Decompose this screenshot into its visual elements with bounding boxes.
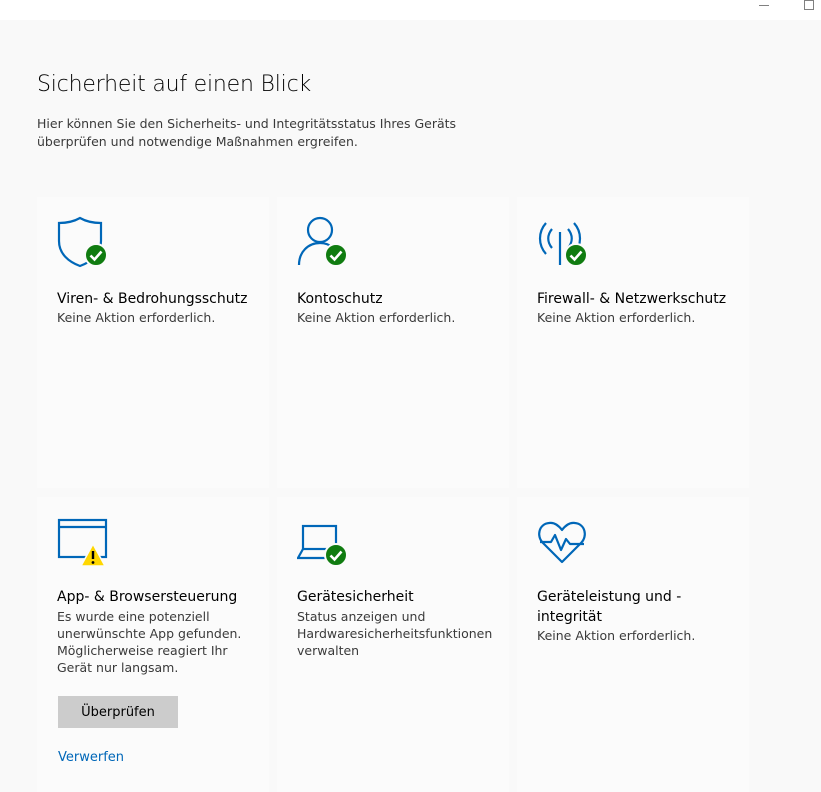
browser-warning-icon (57, 518, 108, 567)
card-app-browser-control[interactable]: App- & Browsersteuerung Es wurde eine po… (37, 497, 269, 792)
card-account-protection[interactable]: Kontoschutz Keine Aktion erforderlich. (277, 197, 509, 488)
heart-pulse-icon (538, 521, 586, 564)
card-title: Geräteleistung und -integrität (537, 589, 682, 625)
card-device-performance[interactable]: Geräteleistung und -integrität Keine Akt… (517, 497, 749, 792)
maximize-icon[interactable] (794, 0, 821, 14)
shield-check-icon (57, 216, 108, 268)
person-check-icon (297, 216, 348, 267)
card-virus-protection[interactable]: Viren- & Bedrohungsschutz Keine Aktion e… (37, 197, 269, 488)
card-status: Keine Aktion erforderlich. (57, 310, 216, 325)
review-button[interactable]: Überprüfen (58, 696, 178, 728)
card-title: Gerätesicherheit (297, 589, 414, 605)
card-status: Keine Aktion erforderlich. (537, 310, 696, 325)
laptop-check-icon (297, 524, 348, 567)
card-status: Keine Aktion erforderlich. (537, 628, 696, 643)
card-title: Viren- & Bedrohungsschutz (57, 291, 248, 307)
card-status: Es wurde eine potenziell unerwünschte Ap… (57, 609, 242, 675)
antenna-check-icon (538, 222, 588, 267)
card-device-security[interactable]: Gerätesicherheit Status anzeigen und Har… (277, 497, 509, 792)
card-status: Status anzeigen und Hardwaresicherheitsf… (297, 609, 493, 658)
minimize-icon[interactable] (749, 0, 779, 14)
dismiss-link[interactable]: Verwerfen (58, 750, 124, 765)
page-description: Hier können Sie den Sicherheits- und Int… (37, 116, 457, 149)
title-bar (0, 0, 821, 20)
card-status: Keine Aktion erforderlich. (297, 310, 456, 325)
card-title: Firewall- & Netzwerkschutz (537, 291, 727, 307)
card-title: App- & Browsersteuerung (57, 589, 238, 605)
page-title: Sicherheit auf einen Blick (37, 72, 312, 97)
card-title: Kontoschutz (297, 291, 383, 307)
card-firewall-protection[interactable]: Firewall- & Netzwerkschutz Keine Aktion … (517, 197, 749, 488)
